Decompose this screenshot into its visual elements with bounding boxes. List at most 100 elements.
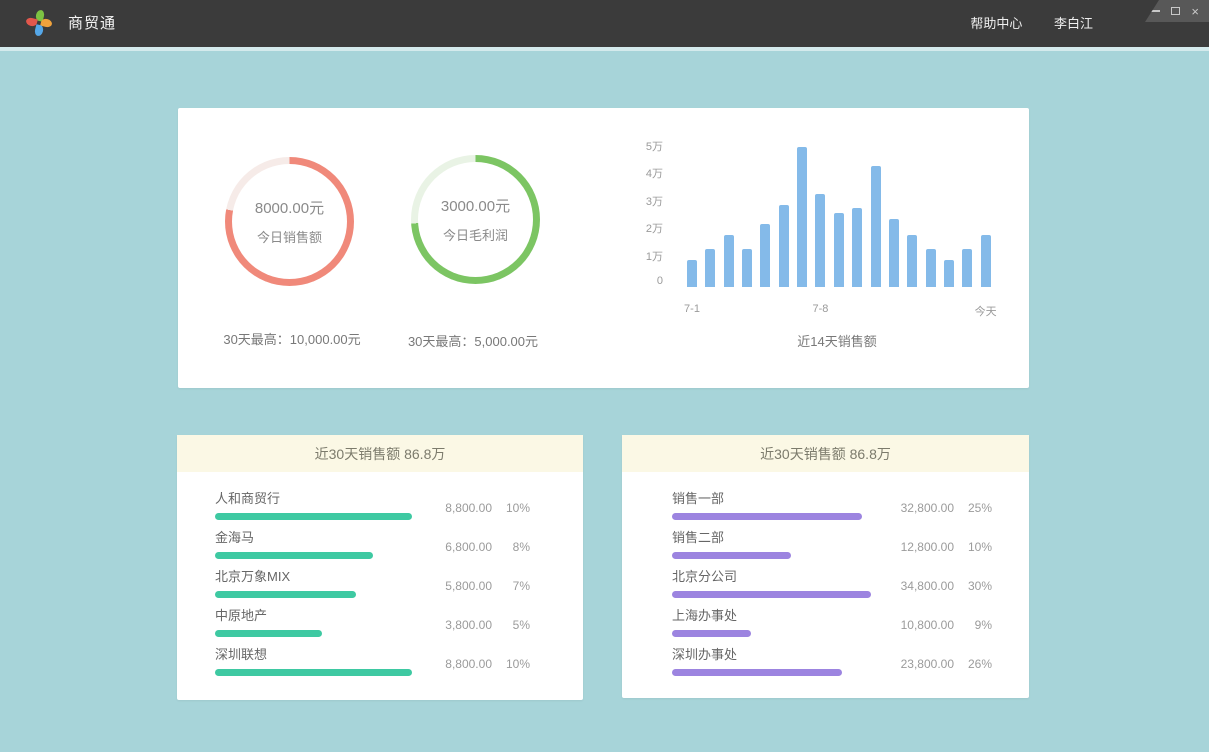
panel-header: 近30天销售额 86.8万 bbox=[622, 435, 1029, 472]
x-axis-tick: 7-1 bbox=[670, 303, 714, 315]
progress-bar bbox=[215, 513, 412, 520]
sales-bar bbox=[815, 194, 825, 287]
close-button[interactable]: × bbox=[1191, 5, 1199, 18]
percent-value: 8% bbox=[492, 540, 530, 554]
minimize-icon bbox=[1151, 10, 1160, 12]
amount-value: 34,800.00 bbox=[901, 579, 954, 593]
sales-bar bbox=[944, 260, 954, 287]
today-sales-caption: 今日销售额 bbox=[257, 227, 322, 246]
overview-card: 8000.00元 今日销售额 30天最高：10,000.00元 3000.00元… bbox=[178, 108, 1029, 388]
amount-value: 3,800.00 bbox=[445, 618, 492, 632]
sales-bar bbox=[889, 219, 899, 288]
y-axis-tick: 5万 bbox=[618, 138, 663, 154]
sales-bar bbox=[742, 249, 752, 287]
list-item: 北京分公司34,800.0030% bbox=[672, 565, 992, 604]
progress-bar bbox=[672, 591, 871, 598]
today-profit-caption: 今日毛利润 bbox=[443, 225, 508, 244]
y-axis-tick: 3万 bbox=[618, 193, 663, 209]
progress-bar bbox=[672, 669, 842, 676]
today-sales-value: 8000.00元 bbox=[255, 197, 324, 218]
amount-value: 8,800.00 bbox=[445, 657, 492, 671]
percent-value: 10% bbox=[492, 657, 530, 671]
y-axis-tick: 0 bbox=[618, 275, 663, 287]
sales-bar bbox=[705, 249, 715, 287]
panel-title: 近30天销售额 86.8万 bbox=[315, 446, 446, 462]
amount-value: 23,800.00 bbox=[901, 657, 954, 671]
donut-center: 8000.00元 今日销售额 bbox=[232, 164, 347, 279]
x-axis-tick: 7-8 bbox=[798, 303, 842, 315]
department-sales-panel: 近30天销售额 86.8万 销售一部32,800.0025%销售二部12,800… bbox=[622, 435, 1029, 698]
progress-bar bbox=[672, 552, 791, 559]
today-profit-value: 3000.00元 bbox=[441, 195, 510, 216]
list-item: 北京万象MIX5,800.007% bbox=[215, 565, 530, 604]
sales-bar bbox=[926, 249, 936, 287]
maximize-button[interactable] bbox=[1171, 7, 1180, 15]
sales-bar bbox=[687, 260, 697, 287]
amount-value: 6,800.00 bbox=[445, 540, 492, 554]
list-item: 销售一部32,800.0025% bbox=[672, 487, 992, 526]
sales-bar bbox=[871, 166, 881, 287]
percent-value: 7% bbox=[492, 579, 530, 593]
percent-value: 5% bbox=[492, 618, 530, 632]
list-item-values: 32,800.0025% bbox=[901, 501, 992, 515]
amount-value: 32,800.00 bbox=[901, 501, 954, 515]
panel-header: 近30天销售额 86.8万 bbox=[177, 435, 583, 472]
sales-bar bbox=[907, 235, 917, 287]
list-item-values: 5,800.007% bbox=[445, 579, 530, 593]
sales-bar bbox=[760, 224, 770, 287]
amount-value: 12,800.00 bbox=[901, 540, 954, 554]
x-axis-tick: 今天 bbox=[964, 303, 1008, 319]
list-item-values: 8,800.0010% bbox=[445, 657, 530, 671]
percent-value: 10% bbox=[954, 540, 992, 554]
list-item-values: 10,800.009% bbox=[901, 618, 992, 632]
today-profit-donut-chart: 3000.00元 今日毛利润 bbox=[411, 155, 540, 284]
sales-bar bbox=[981, 235, 991, 287]
minimize-button[interactable] bbox=[1151, 10, 1160, 12]
amount-value: 8,800.00 bbox=[445, 501, 492, 515]
percent-value: 25% bbox=[954, 501, 992, 515]
list-item: 中原地产3,800.005% bbox=[215, 604, 530, 643]
sales-bar bbox=[724, 235, 734, 287]
sales-bar bbox=[779, 205, 789, 287]
sales-bar bbox=[797, 147, 807, 287]
progress-bar bbox=[215, 552, 373, 559]
list-item-values: 6,800.008% bbox=[445, 540, 530, 554]
list-item: 金海马6,800.008% bbox=[215, 526, 530, 565]
amount-value: 10,800.00 bbox=[901, 618, 954, 632]
percent-value: 26% bbox=[954, 657, 992, 671]
percent-value: 30% bbox=[954, 579, 992, 593]
titlebar-menu: 帮助中心 李白江 bbox=[970, 0, 1093, 47]
list-item: 销售二部12,800.0010% bbox=[672, 526, 992, 565]
sales-bar bbox=[834, 213, 844, 287]
chart-title: 近14天销售额 bbox=[687, 331, 987, 350]
app-title: 商贸通 bbox=[68, 0, 116, 47]
y-axis-tick: 1万 bbox=[618, 248, 663, 264]
today-profit-max-note: 30天最高：5,000.00元 bbox=[358, 331, 588, 350]
y-axis-tick: 2万 bbox=[618, 220, 663, 236]
list-item: 深圳办事处23,800.0026% bbox=[672, 643, 992, 682]
progress-bar bbox=[215, 630, 322, 637]
list-item: 人和商贸行8,800.0010% bbox=[215, 487, 530, 526]
list-item-values: 3,800.005% bbox=[445, 618, 530, 632]
user-menu[interactable]: 李白江 bbox=[1054, 16, 1093, 31]
list-item-values: 34,800.0030% bbox=[901, 579, 992, 593]
customer-sales-panel: 近30天销售额 86.8万 人和商贸行8,800.0010%金海马6,800.0… bbox=[177, 435, 583, 700]
window-controls: × bbox=[1145, 0, 1209, 22]
list-item: 上海办事处10,800.009% bbox=[672, 604, 992, 643]
titlebar-highlight-strip bbox=[0, 47, 1209, 51]
progress-bar bbox=[215, 591, 356, 598]
help-center-link[interactable]: 帮助中心 bbox=[970, 16, 1022, 31]
window-titlebar: 商贸通 帮助中心 李白江 × bbox=[0, 0, 1209, 47]
percent-value: 9% bbox=[954, 618, 992, 632]
list-item: 深圳联想8,800.0010% bbox=[215, 643, 530, 682]
list-item-values: 8,800.0010% bbox=[445, 501, 530, 515]
progress-bar bbox=[215, 669, 412, 676]
list-item-values: 23,800.0026% bbox=[901, 657, 992, 671]
sales-bar bbox=[852, 208, 862, 287]
list-item-values: 12,800.0010% bbox=[901, 540, 992, 554]
app-logo-pinwheel-icon bbox=[26, 10, 52, 36]
y-axis-tick: 4万 bbox=[618, 165, 663, 181]
progress-bar bbox=[672, 513, 862, 520]
progress-bar bbox=[672, 630, 751, 637]
customer-sales-list: 人和商贸行8,800.0010%金海马6,800.008%北京万象MIX5,80… bbox=[177, 472, 583, 682]
